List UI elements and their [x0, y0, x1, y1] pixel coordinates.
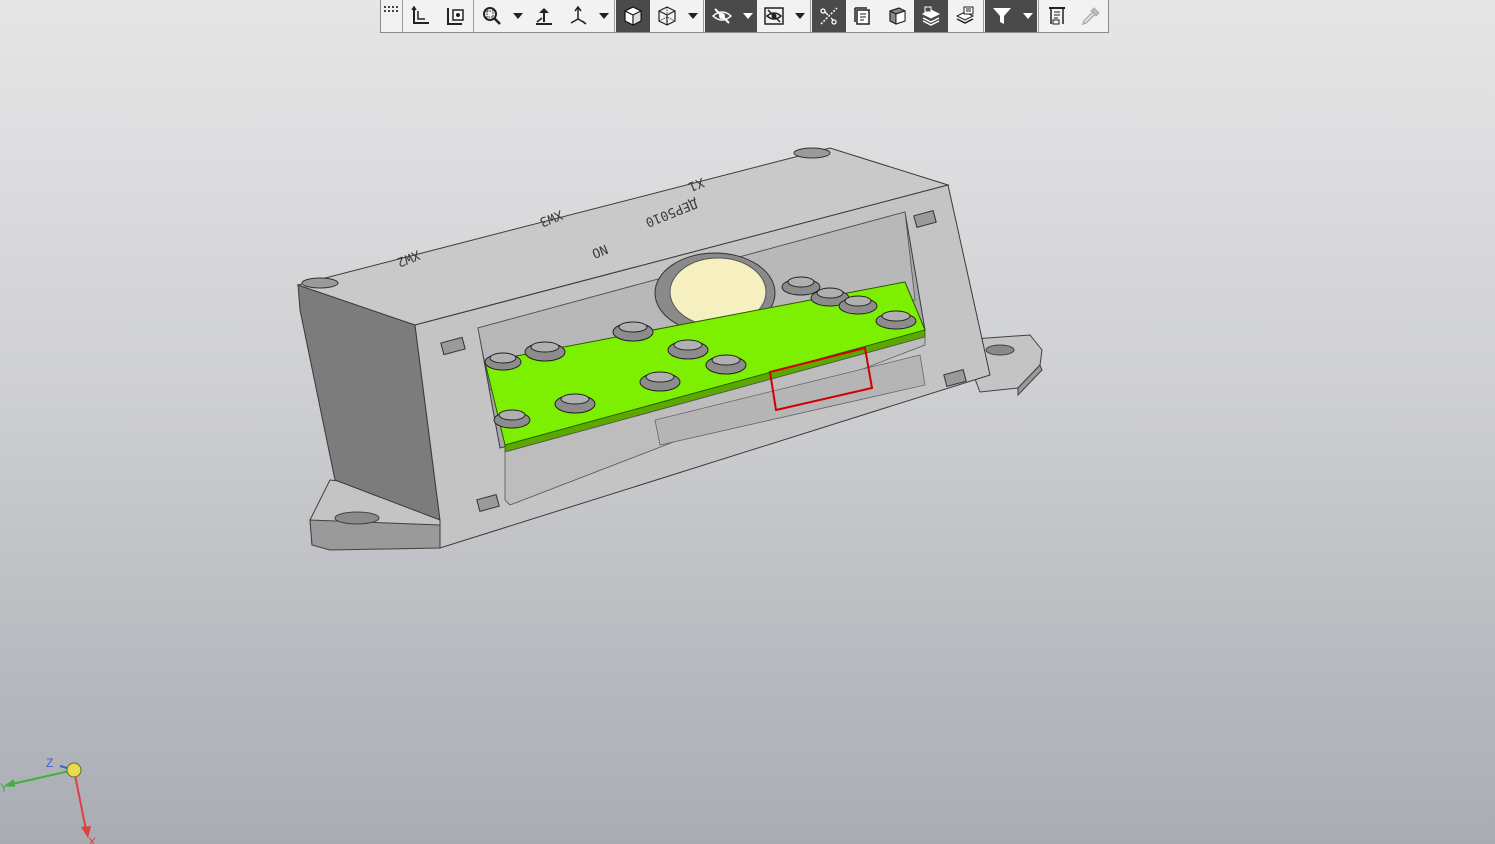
zoom-icon	[483, 7, 501, 25]
sheet-icon	[854, 7, 870, 25]
chevron-down-icon	[743, 13, 753, 19]
x-axis-line	[73, 769, 87, 831]
show-only-button[interactable]	[757, 0, 791, 32]
grip-dots-icon	[384, 6, 398, 12]
measure-icon	[1049, 7, 1065, 25]
show-only-icon	[764, 7, 784, 25]
chevron-down-icon	[599, 13, 609, 19]
hide-dropdown[interactable]	[739, 0, 757, 32]
measure-button[interactable]	[1040, 0, 1074, 32]
layers-properties-button[interactable]	[948, 0, 982, 32]
wireframe-view-button[interactable]	[650, 0, 684, 32]
zoom-button[interactable]	[475, 0, 509, 32]
rotate-dropdown[interactable]	[595, 0, 613, 32]
layers-button[interactable]	[914, 0, 948, 32]
y-axis-line	[11, 769, 75, 785]
section-icon	[820, 7, 838, 25]
toolbar-separator	[473, 0, 474, 32]
toolbar-grip[interactable]	[381, 0, 401, 32]
wireframe-cube-icon	[658, 6, 676, 26]
normal-to-icon	[447, 8, 464, 25]
chevron-down-icon	[513, 13, 523, 19]
toolbar-separator	[810, 0, 811, 32]
axes-triad[interactable]: Z Y X	[0, 750, 110, 844]
y-axis-label: Y	[0, 781, 8, 795]
axes-origin	[66, 762, 82, 778]
filter-icon	[993, 8, 1011, 24]
hide-button[interactable]	[705, 0, 739, 32]
3d-viewport[interactable]: XW2 XW3 X1 ДЕР5010 NO Z Y X	[0, 0, 1495, 844]
filter-button[interactable]	[985, 0, 1019, 32]
toolbar-separator	[614, 0, 615, 32]
shaded-view-button[interactable]	[616, 0, 650, 32]
wireframe-dropdown[interactable]	[684, 0, 702, 32]
toolbar-separator	[983, 0, 984, 32]
x-axis-label: X	[88, 835, 96, 844]
layers-properties-icon	[955, 6, 975, 24]
chevron-down-icon	[1023, 13, 1033, 19]
rotate-icon	[570, 5, 587, 25]
mounting-flange-left-side	[309, 519, 441, 551]
hide-eye-icon	[711, 8, 733, 24]
show-only-dropdown[interactable]	[791, 0, 809, 32]
filter-dropdown[interactable]	[1019, 0, 1037, 32]
normal-to-button[interactable]	[438, 0, 472, 32]
orientation-button[interactable]	[404, 0, 438, 32]
chevron-down-icon	[795, 13, 805, 19]
toolbar-separator	[1038, 0, 1039, 32]
mounting-hole-right	[985, 344, 1015, 356]
housing-corner-marker	[793, 147, 831, 159]
eyedropper-icon	[1081, 7, 1100, 26]
view-toolbar	[380, 0, 1109, 33]
housing-corner-marker	[301, 277, 339, 289]
pan-button[interactable]	[527, 0, 561, 32]
eyedropper-button[interactable]	[1074, 0, 1108, 32]
rotate-button[interactable]	[561, 0, 595, 32]
chevron-down-icon	[688, 13, 698, 19]
sheet-button[interactable]	[846, 0, 880, 32]
mounting-hole-left	[334, 511, 380, 525]
cut-view-button[interactable]	[880, 0, 914, 32]
zoom-dropdown[interactable]	[509, 0, 527, 32]
section-button[interactable]	[812, 0, 846, 32]
pan-icon	[536, 8, 552, 25]
layers-icon	[921, 6, 941, 26]
shaded-cube-icon	[624, 6, 642, 26]
toolbar-separator	[402, 0, 403, 32]
model-3d[interactable]: XW2 XW3 X1 ДЕР5010 NO	[0, 0, 1495, 844]
cut-view-icon	[889, 7, 906, 25]
orientation-icon	[411, 5, 429, 24]
toolbar-separator	[703, 0, 704, 32]
z-axis-label: Z	[46, 756, 53, 770]
